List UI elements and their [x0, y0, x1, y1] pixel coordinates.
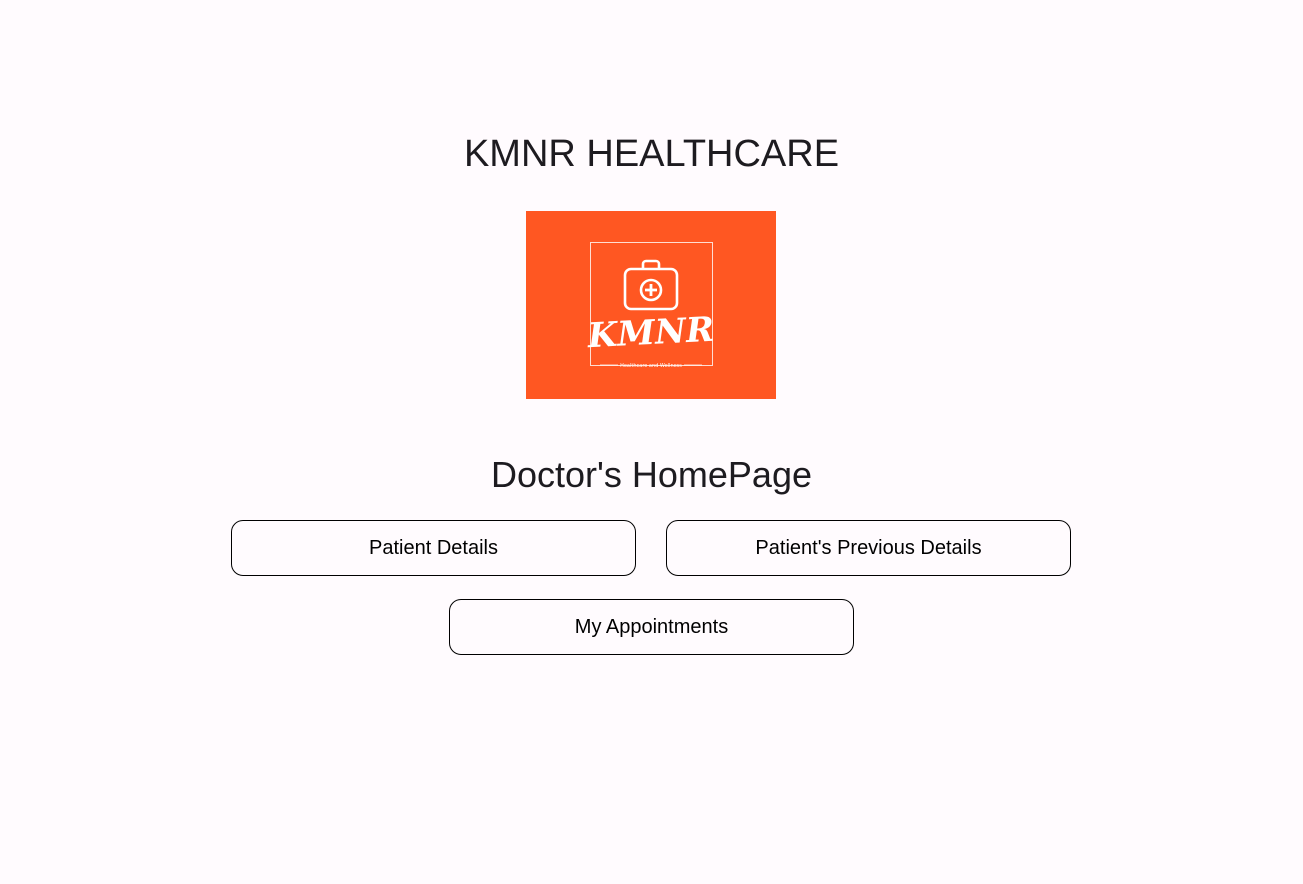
page-heading: Doctor's HomePage [490, 454, 812, 495]
my-appointments-button[interactable]: My Appointments [449, 599, 854, 655]
patient-details-button[interactable]: Patient Details [231, 520, 636, 576]
medical-kit-icon [623, 259, 679, 311]
doctor-homepage: KMNR HEALTHCARE KMNR Healthcare and Well… [0, 0, 1303, 884]
logo-tagline: Healthcare and Wellness [620, 363, 682, 369]
app-title: KMNR HEALTHCARE [463, 133, 840, 175]
previous-details-button[interactable]: Patient's Previous Details [666, 520, 1071, 576]
kmnr-logo: KMNR Healthcare and Wellness [526, 211, 776, 399]
logo-brand-text: KMNR [586, 310, 715, 357]
